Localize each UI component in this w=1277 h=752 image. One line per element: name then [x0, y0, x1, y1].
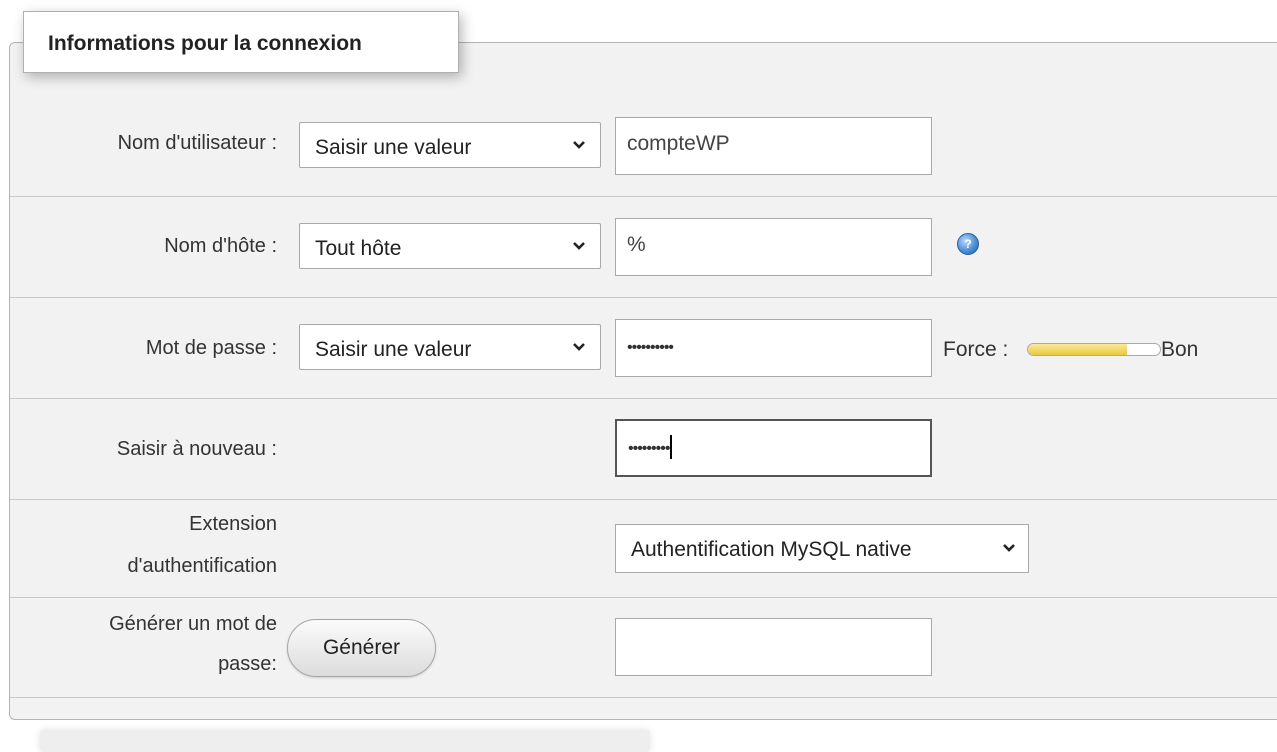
username-label: Nom d'utilisateur :: [117, 132, 277, 154]
hostname-label: Nom d'hôte :: [164, 235, 277, 257]
username-input-value: compteWP: [627, 132, 730, 155]
strength-text: Bon: [1161, 338, 1199, 361]
password-label: Mot de passe :: [145, 337, 277, 359]
generate-label-line2: passe:: [218, 653, 277, 675]
generated-password-input[interactable]: [615, 618, 932, 676]
next-section-edge: [40, 730, 650, 752]
hostname-type-value: Tout hôte: [315, 237, 402, 260]
chevron-down-icon: [573, 141, 585, 149]
chevron-down-icon: [573, 242, 585, 250]
help-icon[interactable]: ?: [957, 233, 979, 255]
fieldset-legend: Informations pour la connexion: [23, 11, 459, 73]
hostname-input[interactable]: %: [615, 218, 932, 276]
generate-label-line1: Générer un mot de: [109, 613, 277, 635]
strength-meter-fill: [1028, 344, 1127, 355]
auth-plugin-select[interactable]: Authentification MySQL native: [615, 524, 1029, 573]
password-input-value: ••••••••••: [627, 339, 674, 356]
strength-label: Force :: [943, 338, 1009, 361]
hostname-type-select[interactable]: Tout hôte: [299, 223, 601, 269]
auth-plugin-label-line2: d'authentification: [127, 555, 277, 577]
password-input[interactable]: ••••••••••: [615, 319, 932, 377]
chevron-down-icon: [573, 343, 585, 351]
password-type-select[interactable]: Saisir une valeur: [299, 324, 601, 370]
hostname-input-value: %: [627, 233, 646, 256]
retype-label: Saisir à nouveau :: [116, 438, 277, 460]
auth-plugin-label-line1: Extension: [189, 513, 277, 535]
retype-input-value: •••••••••: [628, 440, 670, 457]
generate-button[interactable]: Générer: [287, 619, 436, 677]
username-type-value: Saisir une valeur: [315, 136, 472, 159]
password-type-value: Saisir une valeur: [315, 338, 472, 361]
auth-plugin-value: Authentification MySQL native: [631, 538, 912, 561]
text-cursor: [670, 435, 672, 460]
retype-password-input[interactable]: •••••••••: [615, 419, 932, 477]
password-strength-meter: [1027, 343, 1161, 356]
username-input[interactable]: compteWP: [615, 117, 932, 175]
chevron-down-icon: [1003, 544, 1015, 552]
username-type-select[interactable]: Saisir une valeur: [299, 122, 601, 168]
